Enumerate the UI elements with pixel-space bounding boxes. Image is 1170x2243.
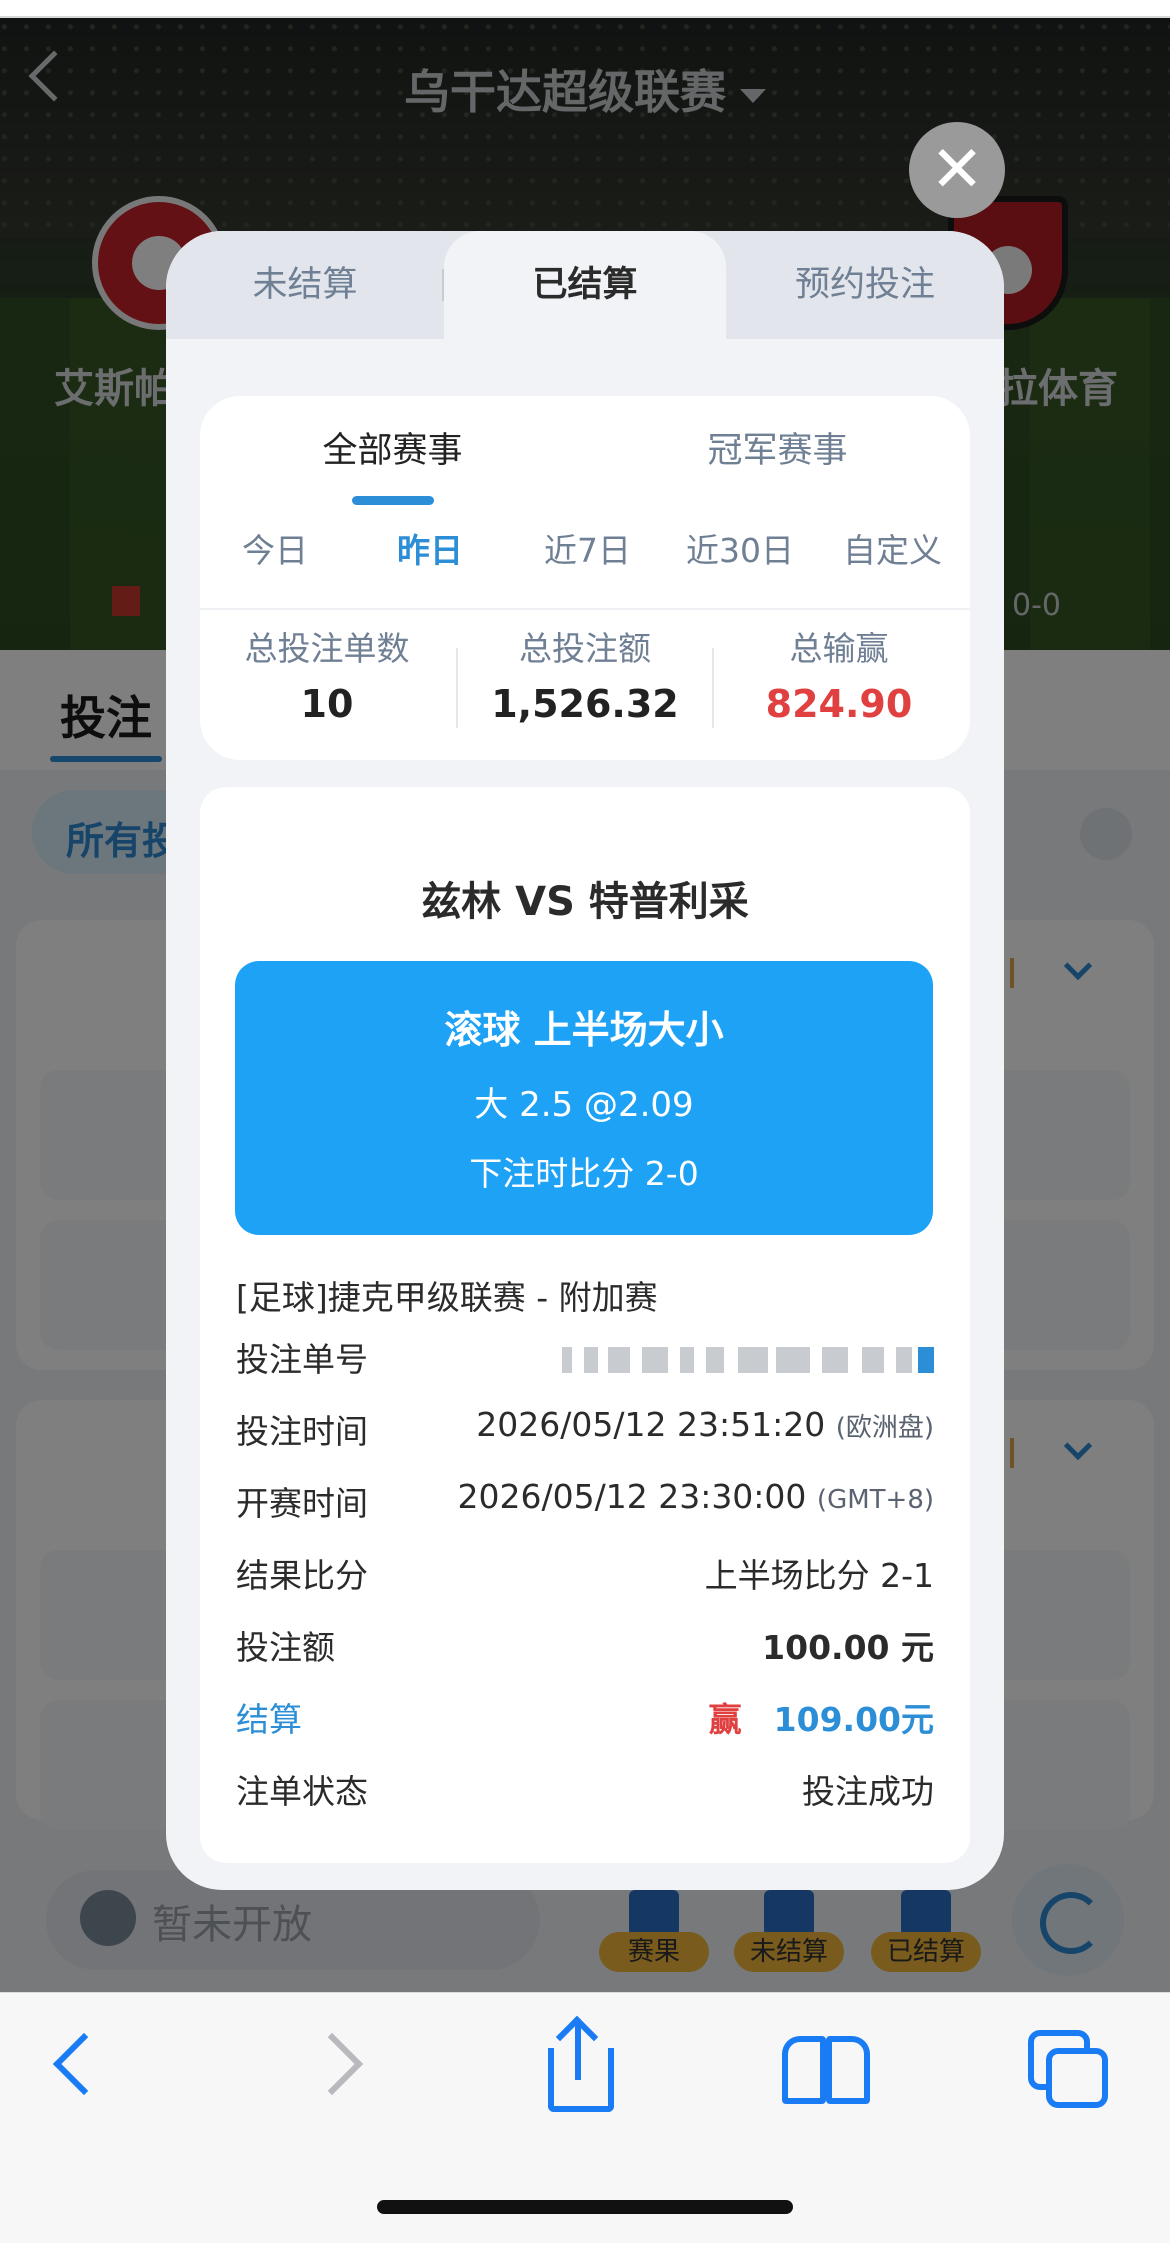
stake-value: 100.00 元 — [762, 1628, 934, 1667]
total-win-loss-label: 总输赢 — [789, 629, 889, 668]
start-time-note: (GMT+8) — [816, 1485, 934, 1515]
date-filter-custom[interactable]: 自定义 — [815, 516, 970, 586]
bet-time-note: (欧洲盘) — [835, 1413, 934, 1443]
start-time-row: 开赛时间 2026/05/12 23:30:00 (GMT+8) — [236, 1477, 934, 1537]
bet-time-label: 投注时间 — [236, 1412, 368, 1451]
bookmarks-icon[interactable] — [782, 2036, 870, 2104]
tab-settled[interactable]: 已结算 — [444, 231, 726, 339]
home-indicator[interactable] — [377, 2200, 793, 2214]
total-win-loss: 总输赢 824.90 — [712, 622, 966, 726]
tab-unsettled[interactable]: 未结算 — [166, 231, 444, 339]
close-icon[interactable]: ✕ — [909, 122, 1005, 218]
tab-all-events[interactable]: 全部赛事 — [200, 396, 585, 506]
total-bet-amount-value: 1,526.32 — [491, 682, 679, 726]
tabs-icon[interactable] — [1028, 2030, 1110, 2110]
status-label: 注单状态 — [236, 1772, 368, 1811]
result-row: 结果比分 上半场比分 2-1 — [236, 1549, 934, 1609]
tab-outright-events[interactable]: 冠军赛事 — [585, 396, 970, 506]
bet-time-value: 2026/05/12 23:51:20 — [476, 1405, 826, 1444]
total-bet-amount: 总投注额 1,526.32 — [458, 622, 712, 726]
result-label: 结果比分 — [236, 1556, 368, 1595]
stake-label: 投注额 — [236, 1628, 335, 1667]
win-badge: 赢 — [708, 1700, 742, 1739]
start-time-value: 2026/05/12 23:30:00 — [457, 1477, 807, 1516]
divider — [200, 608, 970, 610]
status-value: 投注成功 — [802, 1772, 934, 1811]
league-name: [足球]捷克甲级联赛 - 附加赛 — [236, 1278, 658, 1317]
bet-selection-box: 滚球 上半场大小 大 2.5 @2.09 下注时比分 2-0 — [235, 961, 933, 1235]
start-time-label: 开赛时间 — [236, 1484, 368, 1523]
total-bet-amount-label: 总投注额 — [519, 629, 651, 668]
total-bet-count: 总投注单数 10 — [200, 622, 454, 726]
settlement-value: 109.00元 — [773, 1700, 934, 1739]
score-at-bet: 下注时比分 2-0 — [469, 1154, 699, 1193]
date-filter-yesterday[interactable]: 昨日 — [350, 516, 510, 586]
total-bet-count-value: 10 — [300, 682, 354, 726]
bet-selection: 大 2.5 @2.09 — [474, 1085, 694, 1125]
bet-detail-card: 兹林 VS 特普利采 滚球 上半场大小 大 2.5 @2.09 下注时比分 2-… — [200, 787, 970, 1863]
status-bar — [0, 0, 1170, 18]
bet-records-modal: 未结算 已结算 预约投注 全部赛事 冠军赛事 今日 昨日 近7日 近30日 自定… — [166, 231, 1004, 1890]
total-bet-count-label: 总投注单数 — [244, 629, 410, 668]
tab-reserved-bets[interactable]: 预约投注 — [726, 231, 1004, 339]
settlement-label: 结算 — [236, 1700, 302, 1739]
summary-panel: 全部赛事 冠军赛事 今日 昨日 近7日 近30日 自定义 总投注单数 10 总投… — [200, 396, 970, 760]
result-value: 上半场比分 2-1 — [704, 1556, 934, 1595]
bet-type: 滚球 上半场大小 — [444, 1008, 724, 1052]
total-win-loss-value: 824.90 — [765, 682, 913, 726]
date-filter-30days[interactable]: 近30日 — [665, 516, 815, 586]
stake-row: 投注额 100.00 元 — [236, 1621, 934, 1681]
status-row: 注单状态 投注成功 — [236, 1765, 934, 1825]
bet-number-redacted — [562, 1347, 934, 1377]
match-title: 兹林 VS 特普利采 — [421, 879, 749, 925]
date-filter-today[interactable]: 今日 — [200, 516, 350, 586]
bet-number-row: 投注单号 — [236, 1333, 934, 1393]
bet-number-label: 投注单号 — [236, 1340, 368, 1379]
share-icon[interactable] — [548, 2048, 614, 2112]
active-tab-indicator — [352, 496, 434, 505]
bet-time-row: 投注时间 2026/05/12 23:51:20 (欧洲盘) — [236, 1405, 934, 1465]
date-filter-7days[interactable]: 近7日 — [510, 516, 665, 586]
settlement-row: 结算 赢 109.00元 — [236, 1693, 934, 1753]
